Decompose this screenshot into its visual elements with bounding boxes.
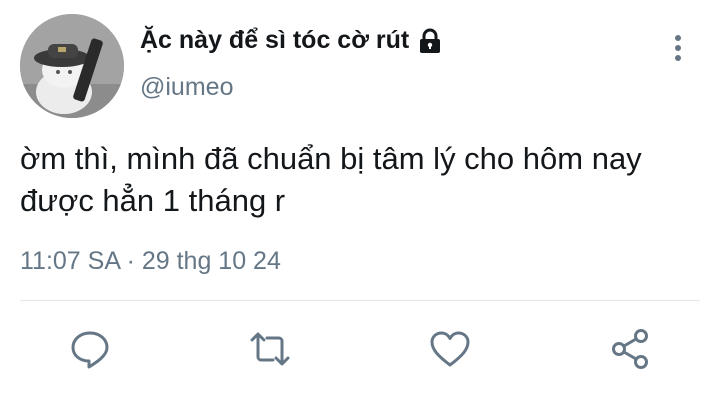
retweet-button[interactable] (248, 327, 292, 371)
lock-icon (417, 28, 443, 54)
display-name[interactable]: Ặc này để sì tóc cờ rút (140, 26, 443, 55)
timestamp[interactable]: 11:07 SA · 29 thg 10 24 (20, 247, 281, 276)
display-name-text: Ặc này để sì tóc cờ rút (140, 26, 410, 54)
share-icon (612, 329, 648, 369)
retweet-icon (250, 332, 290, 366)
like-button[interactable] (428, 327, 472, 371)
share-button[interactable] (608, 327, 652, 371)
avatar-image (20, 14, 124, 118)
divider (20, 300, 700, 301)
tweet-card: Ặc này để sì tóc cờ rút @iumeo ờm thì, m… (0, 0, 720, 402)
heart-icon (430, 331, 470, 367)
avatar[interactable] (20, 14, 124, 118)
handle[interactable]: @iumeo (140, 73, 233, 102)
reply-button[interactable] (68, 327, 112, 371)
more-vertical-icon[interactable] (664, 32, 692, 64)
tweet-text: ờm thì, mình đã chuẩn bị tâm lý cho hôm … (20, 141, 642, 218)
reply-icon (71, 331, 109, 369)
